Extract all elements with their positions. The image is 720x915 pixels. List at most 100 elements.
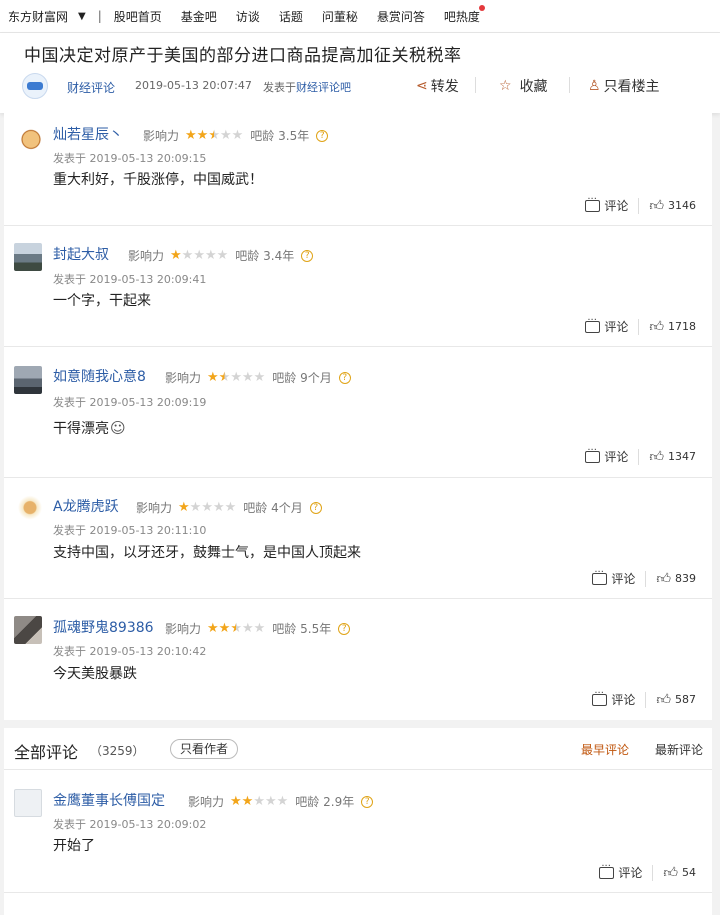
thumbs-up-icon: 👍︎ <box>663 865 678 881</box>
username-link[interactable]: 封起大叔 <box>53 244 109 264</box>
username-link[interactable]: 灿若星辰丶 <box>53 124 123 144</box>
divider <box>475 77 476 93</box>
star-icon: ★ <box>276 794 289 809</box>
avatar[interactable] <box>14 789 42 817</box>
comment-icon <box>585 445 601 463</box>
author-name-link[interactable]: 财经评论 <box>67 79 115 96</box>
help-icon[interactable]: ? <box>309 501 322 514</box>
comment-icon <box>592 688 608 706</box>
help-icon[interactable]: ? <box>338 371 351 384</box>
comment-time-value: 2019-05-13 20:11:10 <box>89 524 207 537</box>
brand-dropdown-icon[interactable]: ▼ <box>78 11 86 22</box>
star-icon: ★ <box>241 794 254 809</box>
age-label: 吧龄 <box>250 129 275 143</box>
like-button[interactable]: 👍︎ 839 <box>656 570 696 587</box>
reply-label: 评论 <box>604 450 629 464</box>
avatar[interactable] <box>17 124 45 152</box>
thumbs-up-icon: 👍︎ <box>656 571 671 587</box>
star-icon: ★ <box>224 500 237 515</box>
star-icon: ★ <box>253 370 266 385</box>
star-icon: ★ <box>231 128 244 143</box>
help-icon[interactable]: ? <box>301 249 314 262</box>
star-icon: ★ <box>216 248 229 263</box>
star-icon: ★ <box>241 621 254 636</box>
username-link[interactable]: 金鹰董事长傅国定 <box>53 790 165 810</box>
posted-at-label: 发表于 <box>53 396 86 409</box>
comment-time-value: 2019-05-13 20:09:02 <box>89 818 207 831</box>
all-comments-list: 金鹰董事长傅国定 影响力 ★ ★ ★ ★ ★ 吧龄 2.9年 ? 发表于 2019-05… <box>4 770 712 915</box>
username-link[interactable]: 孤魂野鬼89386 <box>53 617 154 637</box>
nav-bar-heat[interactable]: 吧热度 <box>444 4 485 25</box>
post-title: 中国决定对原产于美国的部分进口商品提高加征关税税率 <box>24 46 462 66</box>
star-icon: ★ <box>193 248 205 263</box>
help-icon[interactable]: ? <box>338 622 351 635</box>
influence-label: 影响力 <box>165 622 202 636</box>
grin-emoji-icon: ☺ <box>110 419 126 437</box>
like-button[interactable]: 👍︎ 1718 <box>649 318 696 335</box>
nav-ask-secretary[interactable]: 问董秘 <box>322 8 358 25</box>
avatar[interactable] <box>16 495 44 523</box>
author-avatar[interactable] <box>22 73 48 99</box>
nav-interviews[interactable]: 访谈 <box>236 8 260 25</box>
comment-actions: 评论 👍︎ 54 <box>599 861 696 881</box>
comment-time: 发表于 2019-05-13 20:09:19 <box>53 394 206 410</box>
sort-newest-button[interactable]: 最新评论 <box>655 741 703 758</box>
comment-actions: 评论 👍︎ 1718 <box>585 315 696 335</box>
nav-guba-home[interactable]: 股吧首页 <box>114 8 162 25</box>
star-icon: ★ <box>253 621 266 636</box>
like-button[interactable]: 👍︎ 54 <box>663 864 696 881</box>
help-icon[interactable]: ? <box>361 795 374 808</box>
bar-age: 2.9年 <box>323 795 355 809</box>
username-link[interactable]: A龙腾虎跃 <box>53 496 119 516</box>
comment-item: 如意随我心意8 影响力 ★ ★ ★ ★ ★ 吧龄 9个月 ? 发表于 2019-05-1… <box>4 348 712 478</box>
star-half-icon: ★ <box>208 128 220 143</box>
star-half-icon: ★ <box>218 370 231 385</box>
favorite-button[interactable]: ☆ 收藏 <box>499 76 548 96</box>
comment-text: 开始了 <box>53 838 95 854</box>
like-button[interactable]: 👍︎ 3146 <box>649 197 696 214</box>
reply-button[interactable]: 评论 <box>599 861 642 881</box>
reply-button[interactable]: 评论 <box>592 688 635 708</box>
posted-bar-link[interactable]: 财经评论吧 <box>296 81 351 94</box>
comment-time: 发表于 2019-05-13 20:09:02 <box>53 816 206 832</box>
avatar[interactable] <box>14 366 42 394</box>
star-icon: ★ <box>204 248 217 263</box>
nav-topics[interactable]: 话题 <box>279 8 303 25</box>
avatar[interactable] <box>14 243 42 271</box>
nav-reward-qa[interactable]: 悬赏问答 <box>377 8 425 25</box>
site-brand-link[interactable]: 东方财富网 <box>8 8 68 25</box>
reply-button[interactable]: 评论 <box>585 445 629 465</box>
reply-label: 评论 <box>604 199 629 213</box>
like-button[interactable]: 👍︎ 1347 <box>649 448 696 465</box>
star-icon: ★ <box>230 370 242 385</box>
nav-fund-bar[interactable]: 基金吧 <box>181 8 217 25</box>
reply-button[interactable]: 评论 <box>585 315 628 335</box>
username-link[interactable]: 如意随我心意8 <box>53 366 146 386</box>
avatar[interactable] <box>14 616 42 644</box>
bar-age: 4个月 <box>271 501 303 515</box>
age-label: 吧龄 <box>243 501 268 515</box>
like-count: 1347 <box>668 450 696 463</box>
influence-label: 影响力 <box>188 795 225 809</box>
star-icon: ★ <box>185 128 197 143</box>
only-author-button[interactable]: 只看作者 <box>170 739 239 759</box>
post-header: 中国决定对原产于美国的部分进口商品提高加征关税税率 财经评论 2019-05-1… <box>0 33 720 113</box>
like-button[interactable]: 👍︎ 587 <box>656 691 696 708</box>
reply-button[interactable]: 评论 <box>592 567 635 587</box>
reply-button[interactable]: 评论 <box>585 194 629 214</box>
sort-earliest-button[interactable]: 最早评论 <box>581 741 629 758</box>
bar-age: 5.5年 <box>300 622 332 636</box>
share-button[interactable]: ⋖ 转发 <box>416 76 459 96</box>
help-icon[interactable]: ? <box>316 129 329 142</box>
only-op-label: 只看楼主 <box>603 79 660 95</box>
only-op-button[interactable]: ♙ 只看楼主 <box>588 76 660 96</box>
comment-time-value: 2019-05-13 20:09:41 <box>89 273 207 286</box>
user-meta: 影响力 ★ ★ ★ ★ ★ 吧龄 4个月 ? <box>136 499 322 516</box>
star-icon: ★ <box>207 370 219 385</box>
all-comments-tab[interactable]: 全部评论 <box>14 739 79 773</box>
star-icon: ★ <box>207 621 219 636</box>
like-count: 3146 <box>668 199 696 212</box>
posted-in: 发表于财经评论吧 <box>263 79 351 95</box>
divider <box>638 197 640 214</box>
divider <box>645 691 647 708</box>
